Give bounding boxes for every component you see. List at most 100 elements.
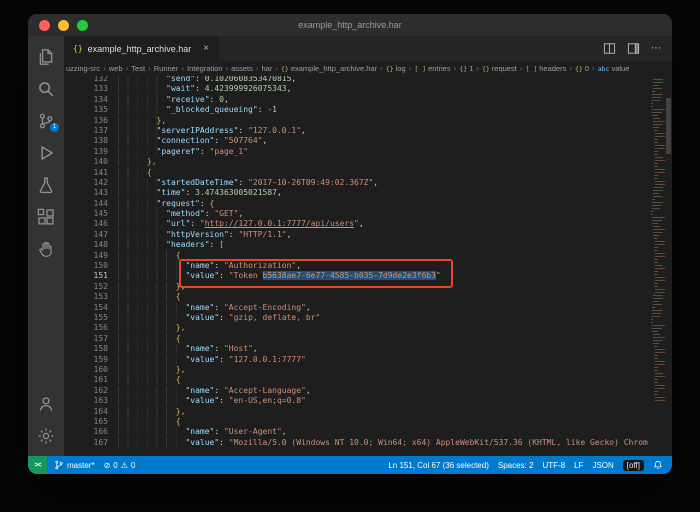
code-line[interactable]: "startedDateTime": "2017-10-26T09:49:02.… <box>118 178 648 188</box>
breadcrumb-item[interactable]: Integration <box>187 64 222 73</box>
scrollbar[interactable] <box>665 76 672 456</box>
tab-bar: {} example_http_archive.har × ⋯ <box>64 36 672 61</box>
code-line[interactable]: "headers": [ <box>118 240 648 250</box>
code-line[interactable]: "value": "en-US,en;q=0.8" <box>118 396 648 406</box>
minimize-window-button[interactable] <box>58 20 69 31</box>
breadcrumb-item[interactable]: abcvalue <box>598 64 630 73</box>
search-button[interactable] <box>28 73 64 105</box>
breadcrumb-item[interactable]: [ ]headers <box>525 64 566 73</box>
code-line[interactable]: "_blocked_queueing": -1 <box>118 105 648 115</box>
run-debug-button[interactable] <box>28 137 64 169</box>
toggle-layout-icon[interactable] <box>627 42 640 55</box>
problems-indicator[interactable]: ⊘ 0 ⚠ 0 <box>104 461 136 470</box>
tab-example-http-archive[interactable]: {} example_http_archive.har × <box>64 36 218 61</box>
code-line[interactable]: "receive": 0, <box>118 95 648 105</box>
line-number: 149 <box>64 251 108 261</box>
breadcrumb-item[interactable]: Runner <box>154 64 179 73</box>
split-editor-icon[interactable] <box>603 42 616 55</box>
testing-icon <box>37 176 55 194</box>
line-numbers: 1321331341351361371381391401411421431441… <box>64 76 118 456</box>
breadcrumb-item[interactable]: [ ]entries <box>414 64 450 73</box>
source-control-button[interactable]: 1 <box>28 105 64 137</box>
line-number: 161 <box>64 375 108 385</box>
hand-button[interactable] <box>28 233 64 265</box>
encoding-setting[interactable]: UTF-8 <box>542 461 565 470</box>
json-file-icon: {} <box>73 44 83 53</box>
line-number: 132 <box>64 76 108 84</box>
code-line[interactable]: "value": "127.0.0.1:7777" <box>118 355 648 365</box>
branch-name: master* <box>67 461 95 470</box>
code-line[interactable]: { <box>118 251 648 261</box>
line-number: 146 <box>64 219 108 229</box>
code-line[interactable]: "method": "GET", <box>118 209 648 219</box>
code-line[interactable]: "name": "User-Agent", <box>118 427 648 437</box>
zoom-window-button[interactable] <box>77 20 88 31</box>
settings-button[interactable] <box>28 420 64 452</box>
code-line[interactable]: "name": "Accept-Language", <box>118 386 648 396</box>
code-line[interactable]: { <box>118 375 648 385</box>
cursor-position[interactable]: Ln 151, Col 67 (36 selected) <box>388 461 489 470</box>
breadcrumb-item[interactable]: assets <box>231 64 253 73</box>
extensions-button[interactable] <box>28 201 64 233</box>
code-line[interactable]: "wait": 4.423999926075343, <box>118 84 648 94</box>
git-branch-item[interactable]: master* <box>54 460 95 470</box>
account-button[interactable] <box>28 388 64 420</box>
remote-indicator[interactable]: >< <box>28 456 47 474</box>
code-line[interactable]: }, <box>118 157 648 167</box>
code-line[interactable]: "value": "Token b5638ae7-6e77-4585-b035-… <box>118 271 648 281</box>
breadcrumb-item[interactable]: {}1 <box>459 64 473 73</box>
code-line[interactable]: "httpVersion": "HTTP/1.1", <box>118 230 648 240</box>
git-branch-icon <box>54 460 64 470</box>
breadcrumb-item[interactable]: {}0 <box>575 64 589 73</box>
code-line[interactable]: "request": { <box>118 199 648 209</box>
code-line[interactable]: }, <box>118 282 648 292</box>
bell-icon[interactable] <box>653 460 663 470</box>
close-window-button[interactable] <box>39 20 50 31</box>
breadcrumb-item[interactable]: {}log <box>386 64 406 73</box>
line-number: 147 <box>64 230 108 240</box>
code-line[interactable]: "value": "gzip, deflate, br" <box>118 313 648 323</box>
minimap[interactable] <box>648 76 665 456</box>
testing-button[interactable] <box>28 169 64 201</box>
code-lines[interactable]: "send": 0.1020608353470815, "wait": 4.42… <box>118 76 648 456</box>
line-number: 163 <box>64 396 108 406</box>
code-line[interactable]: "name": "Authorization", <box>118 261 648 271</box>
titlebar[interactable]: example_http_archive.har <box>28 14 672 36</box>
code-line[interactable]: { <box>118 417 648 427</box>
breadcrumb-item[interactable]: {}example_http_archive.har <box>281 64 377 73</box>
indentation-setting[interactable]: Spaces: 2 <box>498 461 534 470</box>
code-line[interactable]: }, <box>118 365 648 375</box>
breadcrumb-item[interactable]: {}request <box>482 64 517 73</box>
code-line[interactable]: { <box>118 168 648 178</box>
code-line[interactable]: }, <box>118 116 648 126</box>
code-line[interactable]: "time": 3.474363005021587, <box>118 188 648 198</box>
code-line[interactable]: "name": "Host", <box>118 344 648 354</box>
mode-badge[interactable]: [off] <box>623 460 644 471</box>
breadcrumb-item[interactable]: web <box>109 64 123 73</box>
breadcrumb-item[interactable]: Test <box>131 64 145 73</box>
breadcrumb-item[interactable]: har <box>262 64 273 73</box>
eol-setting[interactable]: LF <box>574 461 583 470</box>
more-actions-icon[interactable]: ⋯ <box>651 43 661 54</box>
line-number: 144 <box>64 199 108 209</box>
breadcrumb-item[interactable]: uzzing-src <box>66 64 100 73</box>
code-line[interactable]: { <box>118 334 648 344</box>
breadcrumb-separator: › <box>380 64 383 73</box>
code-line[interactable]: "connection": "507764", <box>118 136 648 146</box>
language-mode[interactable]: JSON <box>592 461 613 470</box>
settings-icon <box>37 427 55 445</box>
explorer-button[interactable] <box>28 41 64 73</box>
code-line[interactable]: "name": "Accept-Encoding", <box>118 303 648 313</box>
code-line[interactable]: "pageref": "page_1" <box>118 147 648 157</box>
code-line[interactable]: "send": 0.1020608353470815, <box>118 76 648 84</box>
code-line[interactable]: "url": "http://127.0.0.1:7777/api/users"… <box>118 219 648 229</box>
tab-close-icon[interactable]: × <box>203 43 209 54</box>
code-line[interactable]: "serverIPAddress": "127.0.0.1", <box>118 126 648 136</box>
scrollbar-thumb[interactable] <box>666 98 671 154</box>
code-line[interactable]: "value": "Mozilla/5.0 (Windows NT 10.0; … <box>118 438 648 448</box>
code-line[interactable]: }, <box>118 407 648 417</box>
line-number: 143 <box>64 188 108 198</box>
code-line[interactable]: }, <box>118 323 648 333</box>
breadcrumb-separator: › <box>476 64 479 73</box>
code-line[interactable]: { <box>118 292 648 302</box>
